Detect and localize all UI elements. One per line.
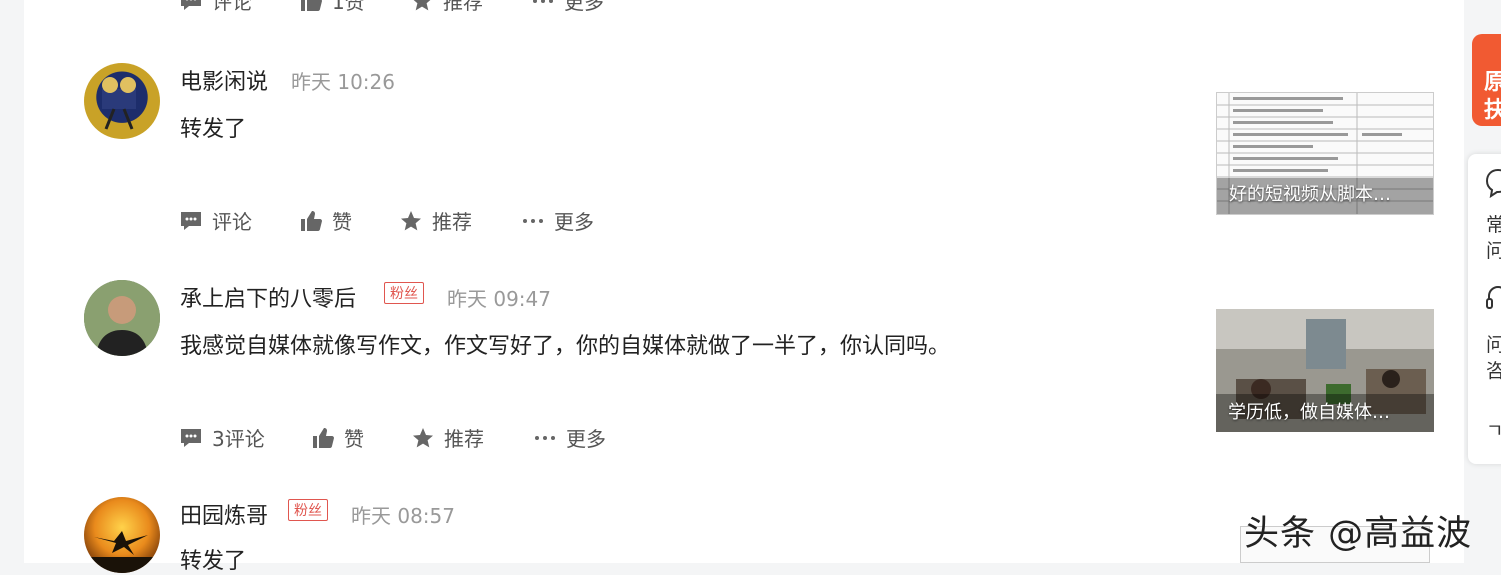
avatar[interactable]	[84, 497, 160, 573]
like-action[interactable]: 赞	[300, 206, 352, 235]
sunset-bird-photo	[84, 497, 160, 573]
fan-badge: 粉丝	[384, 282, 424, 304]
comment-label: 评论	[212, 210, 252, 234]
side-text: 问	[1486, 240, 1501, 262]
like-label: 赞	[344, 427, 364, 451]
headset-icon[interactable]	[1486, 284, 1501, 312]
more-icon	[523, 218, 543, 223]
like-label: 赞	[332, 210, 352, 234]
comment-time: 昨天 09:47	[447, 287, 551, 311]
star-icon	[401, 210, 421, 230]
side-text: 问	[1486, 334, 1501, 356]
comment-text: 我感觉自媒体就像写作文，作文写好了，你的自媒体就做了一半了，你认同吗。	[180, 334, 951, 359]
more-action[interactable]: 更多	[522, 206, 594, 235]
comment-action[interactable]: 评论	[180, 0, 252, 15]
badge-text-2: 抉	[1484, 98, 1501, 123]
side-help-panel: 常 问 问 咨 ㄱ	[1468, 154, 1501, 464]
like-action[interactable]: 1赞	[300, 0, 365, 15]
comment-text: 转发了	[180, 549, 247, 574]
comment-action[interactable]: 3评论	[180, 423, 265, 452]
recommend-action[interactable]: 推荐	[411, 0, 483, 15]
recommend-label: 推荐	[443, 0, 483, 14]
like-action[interactable]: 赞	[312, 423, 364, 452]
more-label: 更多	[554, 210, 594, 234]
article-thumbnail[interactable]: 好的短视频从脚本…	[1216, 92, 1434, 215]
thumbs-up-icon	[313, 427, 334, 448]
more-label: 更多	[566, 427, 606, 451]
comment-time: 昨天 08:57	[351, 504, 455, 528]
side-text: ㄱ	[1486, 420, 1501, 442]
comment-time: 昨天 10:26	[291, 70, 395, 94]
comment-icon	[181, 0, 201, 10]
more-action[interactable]: 更多	[532, 0, 604, 15]
user-name[interactable]: 田园炼哥	[180, 498, 268, 530]
chat-bubble-icon[interactable]	[1486, 168, 1501, 198]
more-icon	[535, 435, 555, 440]
avatar[interactable]	[84, 280, 160, 356]
avatar[interactable]	[84, 63, 160, 139]
watermark: 头条 @高益波	[1244, 514, 1473, 554]
star-icon	[414, 0, 430, 10]
comment-label: 评论	[212, 0, 252, 14]
recommend-action[interactable]: 推荐	[412, 423, 484, 452]
comment-action[interactable]: 评论	[180, 206, 252, 235]
article-thumbnail[interactable]: 学历低，做自媒体…	[1216, 309, 1434, 432]
like-label: 1赞	[332, 0, 365, 14]
recommend-label: 推荐	[432, 210, 472, 234]
side-text: 常	[1486, 214, 1501, 236]
thumbs-up-icon	[301, 0, 322, 11]
side-text: 咨	[1486, 360, 1501, 382]
thumbnail-caption: 好的短视频从脚本…	[1229, 184, 1391, 205]
recommend-action[interactable]: 推荐	[400, 206, 472, 235]
comment-text: 转发了	[180, 117, 247, 142]
recommend-label: 推荐	[444, 427, 484, 451]
film-camera-icon	[102, 77, 136, 130]
more-label: 更多	[564, 0, 604, 14]
original-badge[interactable]: 原 抉	[1472, 34, 1501, 126]
more-icon	[533, 0, 553, 3]
person-photo	[84, 280, 160, 356]
thumbnail-caption: 学历低，做自媒体…	[1228, 402, 1390, 423]
user-name[interactable]: 承上启下的八零后	[180, 281, 356, 313]
fan-badge: 粉丝	[288, 499, 328, 521]
comment-icon	[181, 211, 201, 230]
star-icon	[413, 427, 433, 447]
comment-label: 3评论	[212, 427, 265, 451]
thumbs-up-icon	[301, 210, 322, 231]
more-action[interactable]: 更多	[534, 423, 606, 452]
comment-list: 评论 1赞 推荐 更多 电影闲说 昨天 10:26 转发了 评论 赞 推荐 更多	[24, 0, 1464, 574]
comment-icon	[181, 428, 201, 447]
user-name[interactable]: 电影闲说	[180, 64, 268, 96]
